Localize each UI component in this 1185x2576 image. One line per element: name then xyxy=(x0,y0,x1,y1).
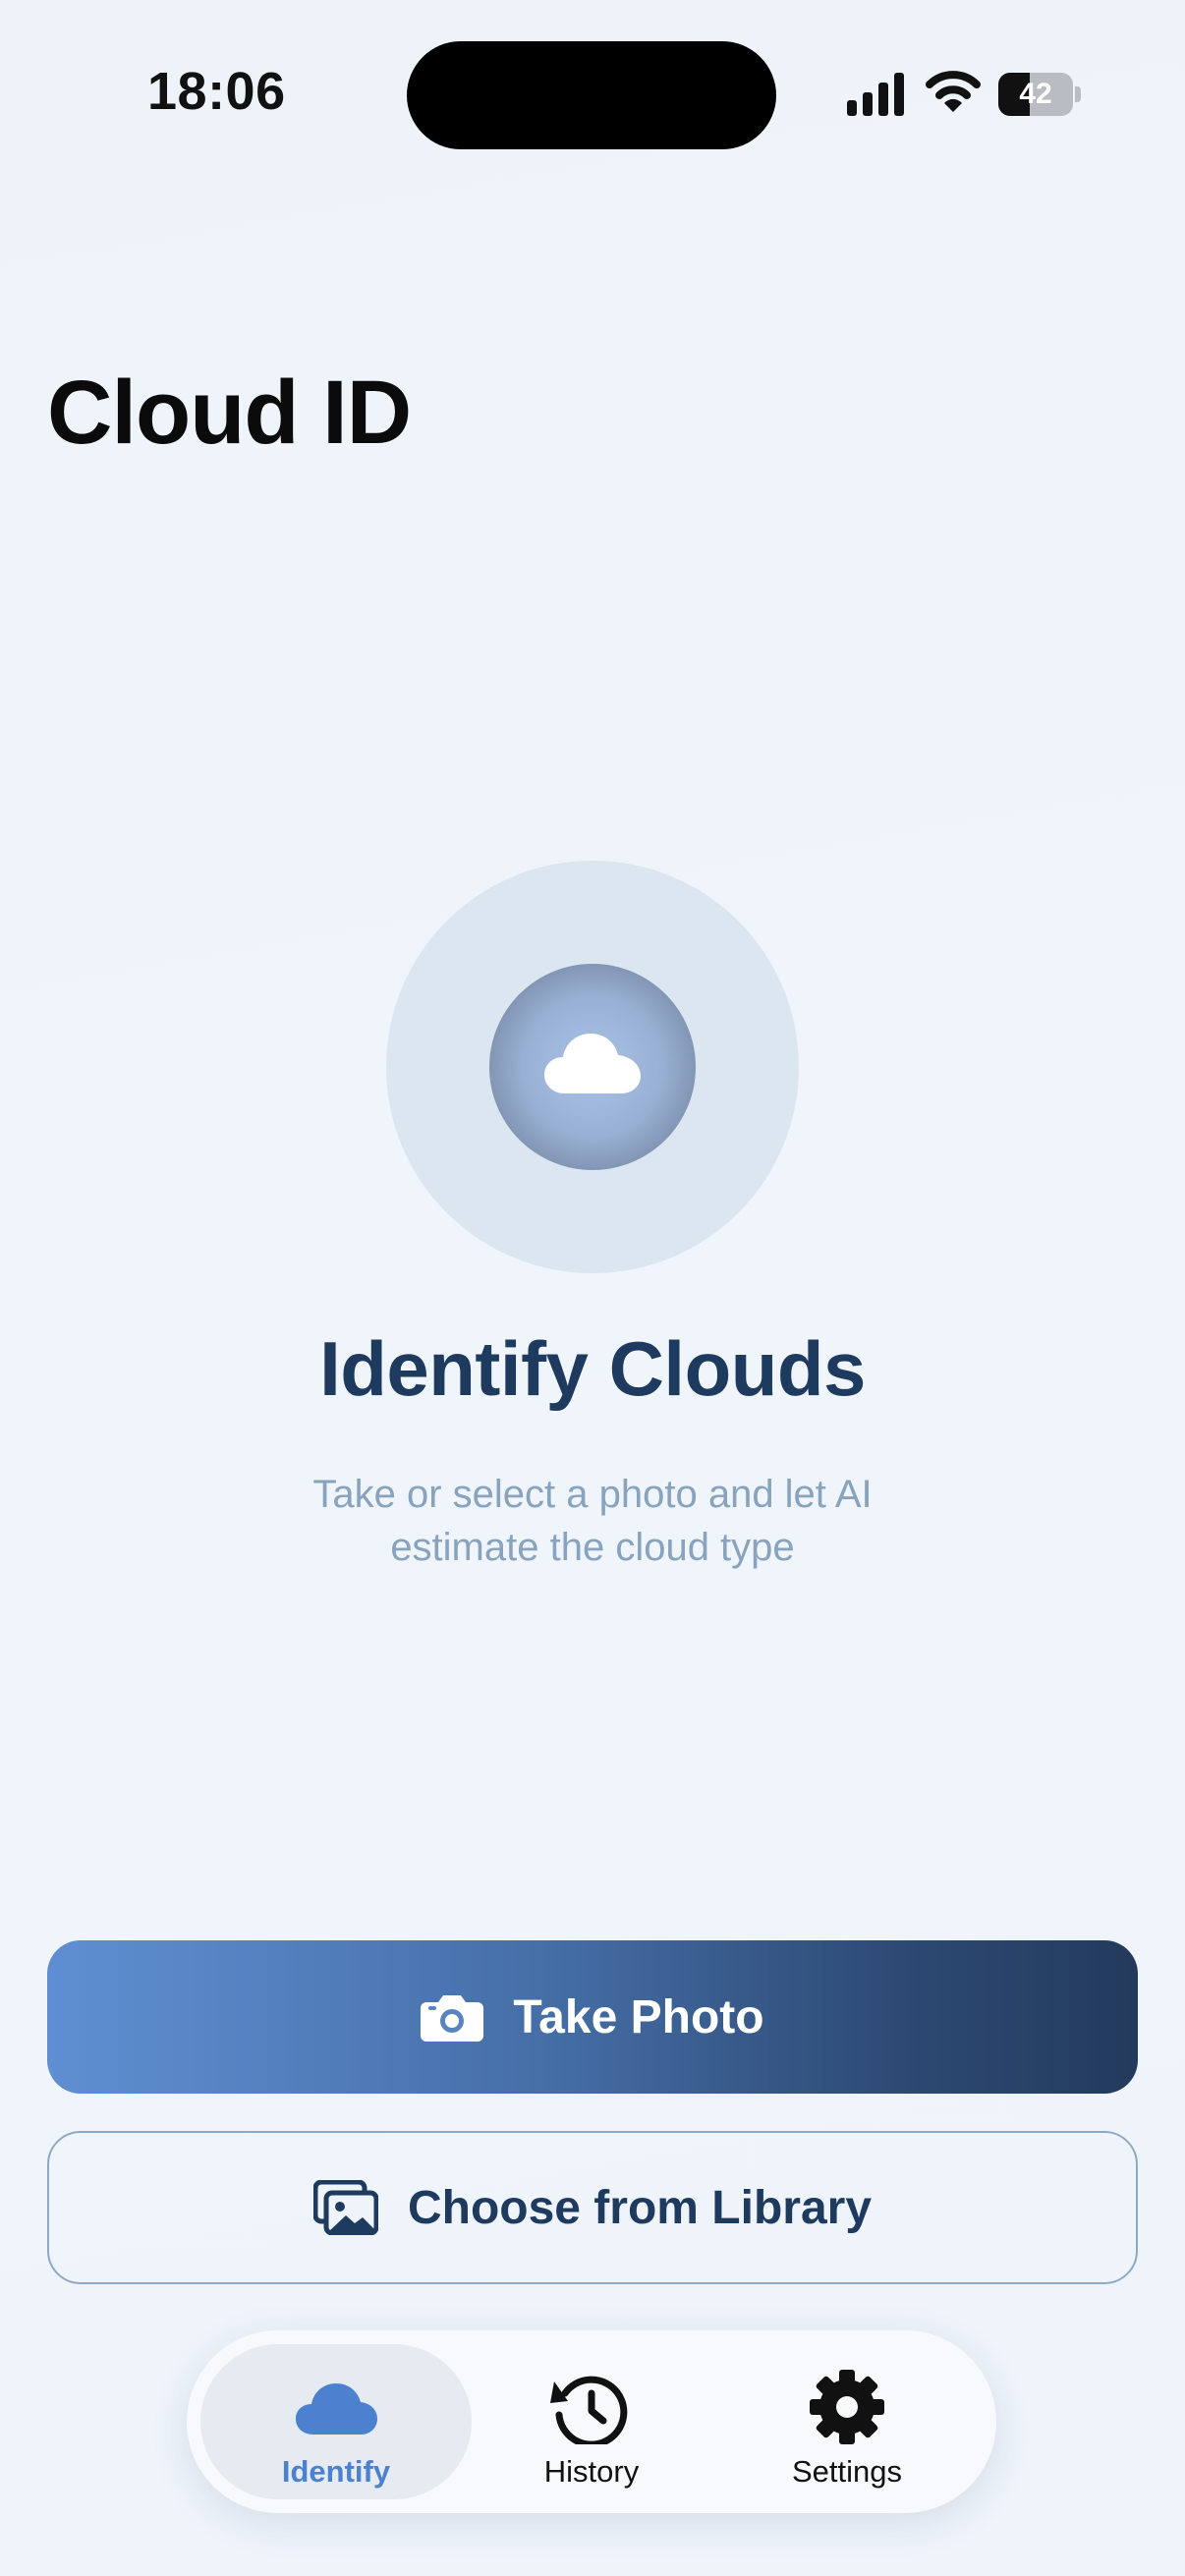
cloud-icon xyxy=(544,1034,641,1093)
hero-circle xyxy=(489,964,696,1170)
status-time: 18:06 xyxy=(147,62,286,121)
gear-icon xyxy=(810,2370,884,2444)
status-bar: 18:06 42 xyxy=(0,0,1185,187)
tab-label: History xyxy=(543,2454,640,2489)
hero-halo xyxy=(386,861,799,1273)
hero-title: Identify Clouds xyxy=(319,1325,866,1412)
tab-label: Settings xyxy=(791,2454,902,2489)
take-photo-label: Take Photo xyxy=(513,1990,764,2044)
battery-icon: 42 xyxy=(998,73,1081,116)
choose-library-label: Choose from Library xyxy=(407,2181,873,2234)
tab-label: Identify xyxy=(281,2454,391,2489)
signal-icon xyxy=(847,73,904,116)
dynamic-island xyxy=(407,41,776,149)
tab-identify[interactable]: Identify xyxy=(200,2344,472,2499)
battery-level: 42 xyxy=(1019,78,1052,110)
camera-icon xyxy=(421,1995,484,2042)
page-title: Cloud ID xyxy=(47,363,412,463)
history-icon xyxy=(550,2376,628,2444)
cloud-icon xyxy=(296,2383,377,2435)
take-photo-button[interactable]: Take Photo xyxy=(47,1940,1138,2094)
hero-subtitle: Take or select a photo and let AI estima… xyxy=(312,1473,873,1569)
wifi-icon xyxy=(926,71,981,112)
tab-bar: Identify History Settings xyxy=(187,2330,996,2513)
tab-settings[interactable]: Settings xyxy=(711,2344,983,2499)
choose-library-button[interactable]: Choose from Library xyxy=(47,2131,1138,2284)
tab-history[interactable]: History xyxy=(456,2344,727,2499)
photo-library-icon xyxy=(312,2180,378,2235)
